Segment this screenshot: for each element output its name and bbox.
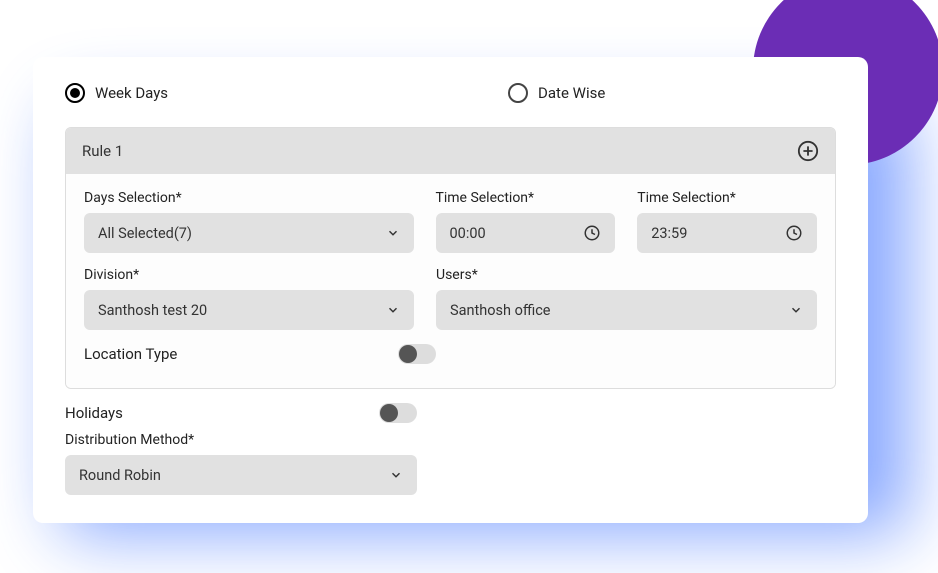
division-value: Santhosh test 20 (98, 302, 207, 319)
location-type-row: Location Type (84, 344, 436, 364)
division-select[interactable]: Santhosh test 20 (84, 290, 414, 330)
radio-date-wise-label: Date Wise (538, 84, 605, 102)
chevron-down-icon (389, 468, 403, 482)
rule-body: Days Selection* All Selected(7) Time Sel… (66, 174, 835, 388)
radio-week-days[interactable]: Week Days (65, 83, 168, 103)
users-select[interactable]: Santhosh office (436, 290, 817, 330)
division-label: Division* (84, 267, 414, 283)
time-start-input[interactable]: 00:00 (436, 213, 616, 253)
time-end-value: 23:59 (651, 225, 687, 242)
rule-title: Rule 1 (82, 142, 123, 160)
radio-week-days-label: Week Days (95, 84, 168, 102)
division-field: Division* Santhosh test 20 (84, 267, 414, 330)
settings-card: Week Days Date Wise Rule 1 Days Selectio… (33, 57, 868, 523)
location-type-toggle[interactable] (398, 344, 436, 364)
plus-circle-icon (797, 140, 819, 162)
location-type-label: Location Type (84, 345, 177, 363)
chevron-down-icon (386, 226, 400, 240)
radio-selected-icon (65, 83, 85, 103)
rule-header: Rule 1 (66, 128, 835, 174)
holidays-label: Holidays (65, 404, 123, 422)
mode-radio-group: Week Days Date Wise (65, 83, 836, 103)
radio-unselected-icon (508, 83, 528, 103)
users-value: Santhosh office (450, 302, 551, 319)
clock-icon (583, 224, 601, 242)
chevron-down-icon (386, 303, 400, 317)
time-end-input[interactable]: 23:59 (637, 213, 817, 253)
radio-date-wise[interactable]: Date Wise (508, 83, 605, 103)
distribution-value: Round Robin (79, 467, 161, 484)
distribution-field: Distribution Method* Round Robin (65, 429, 417, 495)
holidays-row: Holidays (65, 403, 417, 423)
days-selection-label: Days Selection* (84, 190, 414, 206)
distribution-select[interactable]: Round Robin (65, 455, 417, 495)
days-selection-value: All Selected(7) (98, 225, 192, 242)
rule-container: Rule 1 Days Selection* All Selected(7) (65, 127, 836, 389)
time-end-field: Time Selection* 23:59 (637, 190, 817, 253)
days-selection-field: Days Selection* All Selected(7) (84, 190, 414, 253)
time-end-label: Time Selection* (637, 190, 817, 206)
distribution-label: Distribution Method* (65, 432, 194, 448)
holidays-toggle[interactable] (379, 403, 417, 423)
users-label: Users* (436, 267, 817, 283)
toggle-knob (380, 404, 398, 422)
clock-icon (785, 224, 803, 242)
add-rule-button[interactable] (797, 140, 819, 162)
time-start-label: Time Selection* (436, 190, 616, 206)
time-start-field: Time Selection* 00:00 (436, 190, 616, 253)
chevron-down-icon (789, 303, 803, 317)
days-selection-select[interactable]: All Selected(7) (84, 213, 414, 253)
users-field: Users* Santhosh office (436, 267, 817, 330)
toggle-knob (399, 345, 417, 363)
time-start-value: 00:00 (450, 225, 486, 242)
